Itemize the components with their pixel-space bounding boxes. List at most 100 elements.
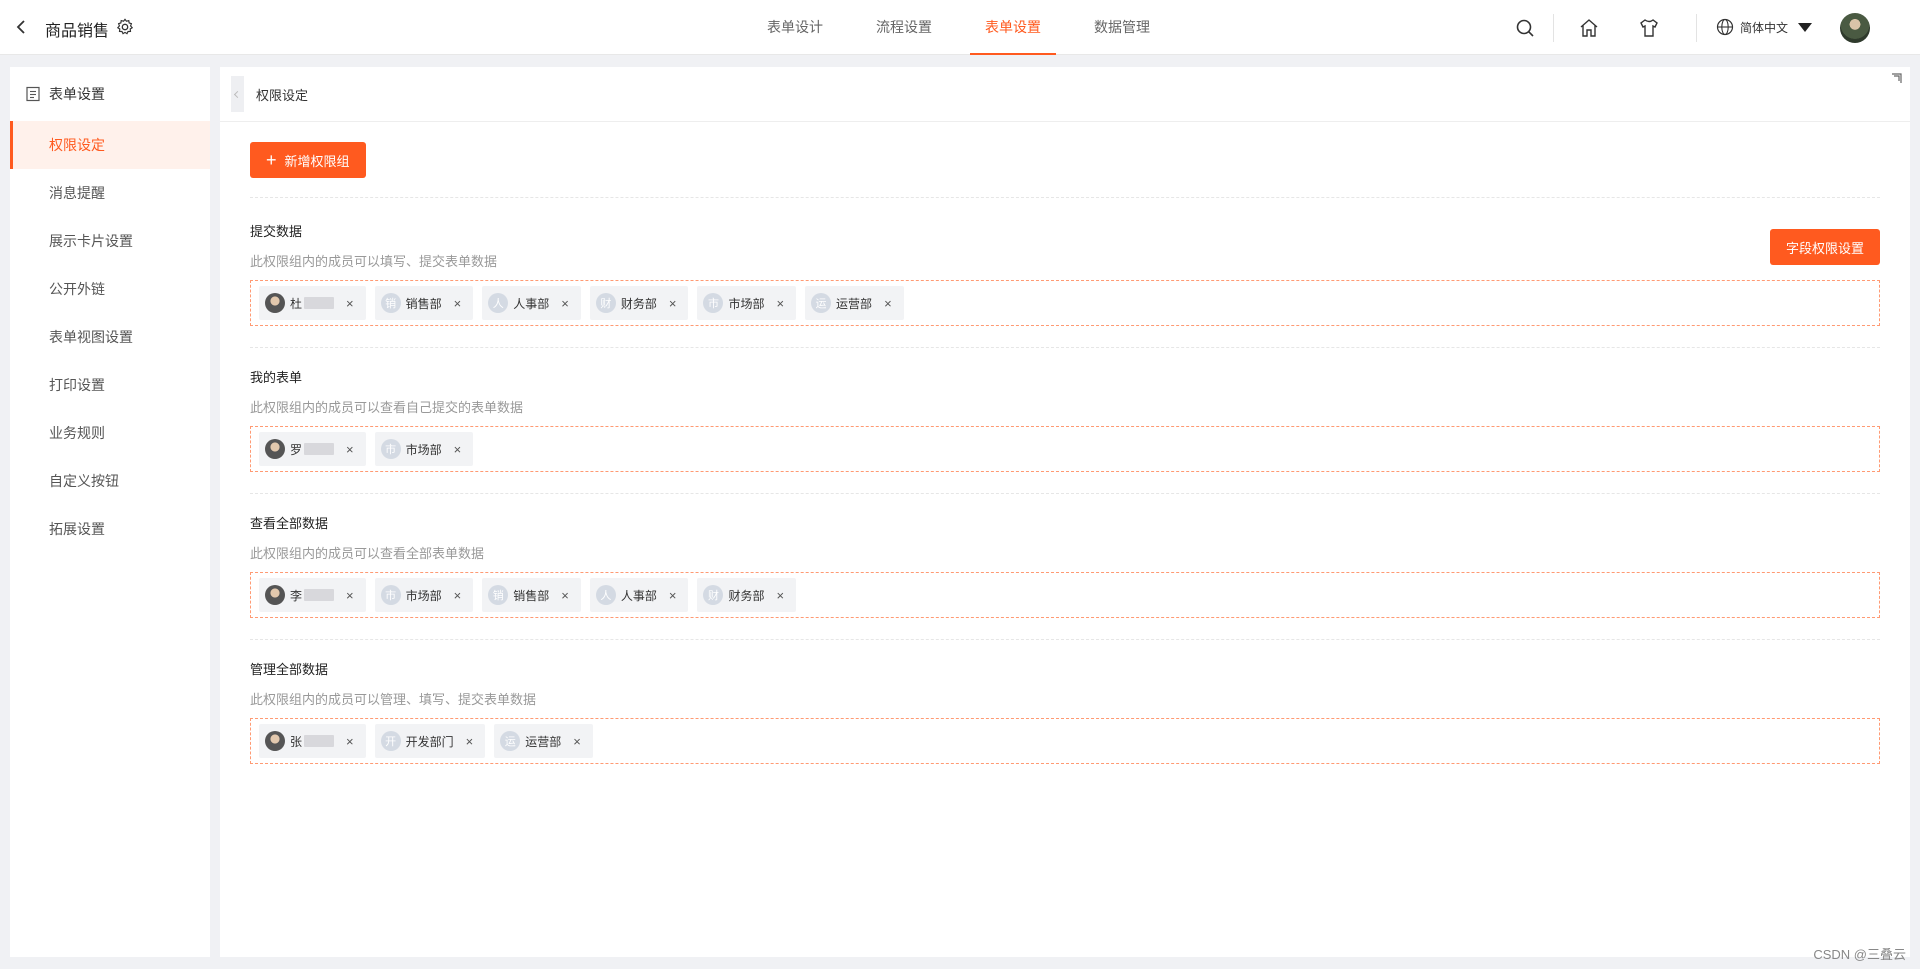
sidebar-heading-label: 表单设置 [49, 86, 105, 102]
language-switch[interactable]: 简体中文 [1716, 15, 1813, 39]
remove-member-icon[interactable]: × [466, 734, 474, 749]
user-avatar [265, 585, 285, 605]
user-tag: 杜 × [259, 286, 366, 320]
department-badge: 运 [500, 731, 521, 751]
sidebar-item-custom-buttons[interactable]: 自定义按钮 [10, 457, 210, 505]
department-tag: 财财务部 × [697, 578, 797, 612]
tab-form-design[interactable]: 表单设计 [752, 0, 838, 55]
remove-member-icon[interactable]: × [669, 296, 677, 311]
user-tag: 罗 × [259, 432, 366, 466]
member-name: 人事部 [513, 296, 550, 311]
redacted-name-mask [304, 297, 335, 309]
sidebar-item-print-settings[interactable]: 打印设置 [10, 361, 210, 409]
department-badge: 开 [380, 731, 401, 751]
chevron-left-icon [233, 90, 242, 98]
remove-member-icon[interactable]: × [454, 588, 462, 603]
tab-form-settings[interactable]: 表单设置 [970, 0, 1056, 55]
member-name: 销售部 [405, 296, 442, 311]
sidebar-item-display-card[interactable]: 展示卡片设置 [10, 217, 210, 265]
gear-icon[interactable] [116, 18, 134, 36]
member-name: 张 [290, 734, 303, 749]
main-panel: 权限设定 + 新增权限组 字段权限设置 提交数据 此权限组内的成员可以填写、提交表… [220, 67, 1910, 957]
theme-shirt-icon[interactable] [1638, 17, 1660, 39]
department-tag: 人人事部 × [589, 578, 689, 612]
avatar[interactable] [1840, 13, 1870, 43]
department-tag: 市市场部 × [374, 432, 474, 466]
member-selector[interactable]: 张 × 开开发部门 × 运运营部 × [250, 718, 1880, 764]
page-title: 权限设定 [256, 88, 309, 103]
sidebar-item-business-rules[interactable]: 业务规则 [10, 409, 210, 457]
home-icon[interactable] [1578, 17, 1600, 39]
divider [250, 347, 1880, 348]
app-title: 商品销售 [45, 23, 110, 40]
fullscreen-icon[interactable] [1890, 71, 1904, 85]
header-divider [1696, 14, 1697, 42]
department-badge: 人 [595, 585, 616, 605]
member-name: 财务部 [620, 296, 657, 311]
permission-group: 我的表单 此权限组内的成员可以查看自己提交的表单数据罗 × 市市场部 × [250, 367, 1880, 472]
sidebar: 表单设置 权限设定 消息提醒 展示卡片设置 公开外链 表单视图设置 打印设置 业… [10, 67, 210, 957]
watermark: CSDN @三叠云 [1813, 947, 1906, 962]
remove-member-icon[interactable]: × [776, 296, 784, 311]
back-arrow-icon[interactable] [12, 17, 32, 37]
language-label: 简体中文 [1740, 20, 1789, 35]
remove-member-icon[interactable]: × [454, 296, 462, 311]
member-name: 人事部 [620, 588, 657, 603]
sidebar-item-extensions[interactable]: 拓展设置 [10, 505, 210, 553]
remove-member-icon[interactable]: × [454, 442, 462, 457]
department-tag: 销销售部 × [482, 578, 581, 612]
divider [250, 639, 1880, 640]
user-tag: 李 × [259, 578, 366, 612]
group-description: 此权限组内的成员可以填写、提交表单数据 [250, 254, 498, 269]
department-badge: 市 [380, 439, 401, 459]
department-tag: 财财务部 × [589, 286, 689, 320]
remove-member-icon[interactable]: × [776, 588, 784, 603]
permission-group: 管理全部数据 此权限组内的成员可以管理、填写、提交表单数据张 × 开开发部门 × 运运营部… [250, 659, 1880, 764]
remove-member-icon[interactable]: × [884, 296, 892, 311]
redacted-name-mask [304, 443, 335, 455]
remove-member-icon[interactable]: × [561, 296, 569, 311]
add-permission-group-label: 新增权限组 [284, 153, 350, 169]
sidebar-item-notifications[interactable]: 消息提醒 [10, 169, 210, 217]
department-badge: 人 [488, 293, 509, 313]
permission-group: 查看全部数据 此权限组内的成员可以查看全部表单数据李 × 市市场部 × 销销售部 × 人人事部… [250, 513, 1880, 618]
group-title: 提交数据 [250, 224, 303, 239]
add-permission-group-button[interactable]: + 新增权限组 [250, 142, 366, 178]
search-icon[interactable] [1514, 17, 1536, 39]
remove-member-icon[interactable]: × [573, 734, 581, 749]
form-document-icon [26, 86, 40, 102]
remove-member-icon[interactable]: × [346, 588, 354, 603]
sidebar-item-permissions[interactable]: 权限设定 [10, 121, 210, 169]
member-name: 市场部 [405, 588, 442, 603]
department-badge: 市 [380, 585, 401, 605]
divider [250, 197, 1880, 198]
department-badge: 财 [595, 293, 616, 313]
remove-member-icon[interactable]: × [346, 442, 354, 457]
member-selector[interactable]: 杜 × 销销售部 × 人人事部 × 财财务部 × 市市场部 × 运运营部 × [250, 280, 1880, 326]
user-avatar [265, 439, 285, 459]
remove-member-icon[interactable]: × [561, 588, 569, 603]
sidebar-item-view-settings[interactable]: 表单视图设置 [10, 313, 210, 361]
group-title: 我的表单 [250, 370, 303, 385]
department-tag: 运运营部 × [805, 286, 904, 320]
member-selector[interactable]: 罗 × 市市场部 × [250, 426, 1880, 472]
top-bar: 商品销售 表单设计 流程设置 表单设置 数据管理 简体中文 [0, 0, 1920, 55]
sidebar-item-public-link[interactable]: 公开外链 [10, 265, 210, 313]
remove-member-icon[interactable]: × [346, 734, 354, 749]
member-name: 市场部 [728, 296, 765, 311]
member-name: 市场部 [405, 442, 442, 457]
member-name: 杜 [290, 296, 303, 311]
member-name: 开发部门 [405, 734, 454, 749]
panel-header: 权限设定 [220, 67, 1910, 122]
remove-member-icon[interactable]: × [346, 296, 354, 311]
collapse-sidebar-handle[interactable] [231, 76, 244, 112]
remove-member-icon[interactable]: × [669, 588, 677, 603]
tab-process-settings[interactable]: 流程设置 [861, 0, 947, 55]
member-selector[interactable]: 李 × 市市场部 × 销销售部 × 人人事部 × 财财务部 × [250, 572, 1880, 618]
tab-data-management[interactable]: 数据管理 [1079, 0, 1165, 55]
member-name: 运营部 [836, 296, 873, 311]
member-name: 罗 [290, 442, 303, 457]
department-badge: 财 [703, 585, 724, 605]
member-name: 销售部 [513, 588, 550, 603]
department-tag: 市市场部 × [697, 286, 797, 320]
